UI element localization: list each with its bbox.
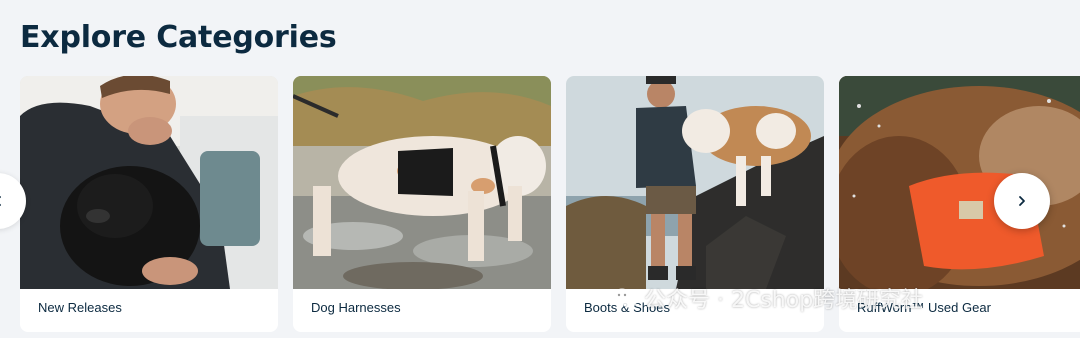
carousel-next-button[interactable]: [994, 173, 1050, 229]
category-label: Boots & Shoes: [584, 300, 670, 315]
category-carousel: New Releases Dog Harnesses Boots & Shoes…: [0, 76, 1080, 338]
section-title: Explore Categories: [20, 20, 337, 55]
chevron-left-icon: [0, 196, 1, 206]
category-label: Dog Harnesses: [311, 300, 401, 315]
category-label: New Releases: [38, 300, 122, 315]
category-image-boots-shoes: [566, 76, 824, 289]
category-image-dog-harnesses: [293, 76, 551, 289]
category-image-new-releases: [20, 76, 278, 289]
category-card-dog-harnesses[interactable]: Dog Harnesses: [293, 76, 551, 332]
chevron-right-icon: [1019, 196, 1025, 206]
category-card-new-releases[interactable]: New Releases: [20, 76, 278, 332]
category-card-boots-shoes[interactable]: Boots & Shoes: [566, 76, 824, 332]
category-label: RuffWorn™ Used Gear: [857, 300, 991, 315]
